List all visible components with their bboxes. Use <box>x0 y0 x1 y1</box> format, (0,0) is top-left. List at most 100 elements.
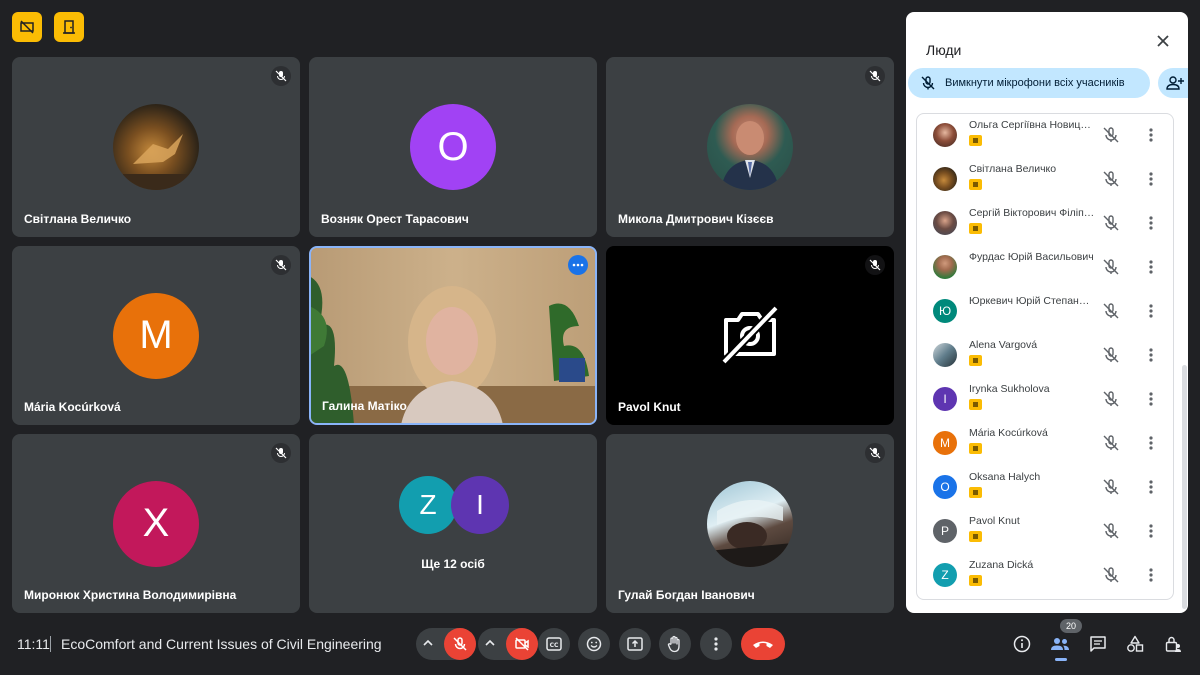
avatar: O <box>410 104 496 190</box>
mic-off-icon <box>275 70 287 82</box>
more-vert-icon[interactable] <box>1143 389 1159 409</box>
active-indicator <box>1055 658 1067 661</box>
participant-name: Zuzana Dická <box>969 559 1034 571</box>
others-tile[interactable]: Z I Ще 12 осіб <box>309 434 597 613</box>
more-horizontal-icon <box>572 263 584 267</box>
list-item[interactable]: Z Zuzana Dická <box>917 554 1173 598</box>
more-vert-icon[interactable] <box>1143 521 1159 541</box>
people-button[interactable] <box>1048 632 1072 656</box>
chevron-up-icon[interactable] <box>422 637 434 649</box>
mic-off-indicator <box>271 66 291 86</box>
participant-name: Pavol Knut <box>618 400 681 414</box>
more-vert-icon[interactable] <box>1143 257 1159 277</box>
more-vert-icon[interactable] <box>1143 125 1159 145</box>
mic-off-icon[interactable] <box>1101 521 1121 541</box>
captions-button[interactable]: CC <box>538 628 570 660</box>
people-count-badge: 20 <box>1060 619 1082 633</box>
host-controls-button[interactable] <box>1161 632 1185 656</box>
mic-off-icon[interactable] <box>1101 433 1121 453</box>
reactions-button[interactable] <box>578 628 610 660</box>
chat-icon <box>1090 636 1106 652</box>
more-vert-icon[interactable] <box>1143 345 1159 365</box>
add-person-icon <box>1166 76 1184 90</box>
participant-tile[interactable]: X Миронюк Христина Володимирівна <box>12 434 300 613</box>
mic-off-icon[interactable] <box>1101 213 1121 233</box>
mic-off-icon[interactable] <box>1101 301 1121 321</box>
toggle-mic-button[interactable] <box>444 628 476 660</box>
meeting-details-button[interactable] <box>1010 632 1034 656</box>
mic-off-indicator <box>865 255 885 275</box>
avatar <box>707 104 793 190</box>
more-vert-icon[interactable] <box>1143 301 1159 321</box>
participant-name: Галина Матіко <box>322 399 407 413</box>
host-badge <box>969 223 982 234</box>
participant-tile[interactable]: Микола Дмитрович Кізєєв <box>606 57 894 237</box>
mute-all-button[interactable]: Вимкнути мікрофони всіх учасників <box>908 68 1150 98</box>
mic-off-icon[interactable] <box>1101 389 1121 409</box>
participant-name: Гулай Богдан Іванович <box>618 588 755 602</box>
participant-name: Ольга Сергіївна Новицька <box>969 119 1095 131</box>
people-panel: Люди Вимкнути мікрофони всіх учасників О… <box>906 12 1188 613</box>
list-item[interactable]: Фурдас Юрій Васильович <box>917 246 1173 290</box>
list-item[interactable]: Сергій Вікторович Філіпчук <box>917 202 1173 246</box>
more-options-button[interactable] <box>700 628 732 660</box>
list-item[interactable]: M Mária Kocúrková <box>917 422 1173 466</box>
mic-off-indicator <box>271 443 291 463</box>
microphone-control[interactable] <box>416 628 476 660</box>
participant-tile[interactable]: Світлана Величко <box>12 57 300 237</box>
mic-off-icon[interactable] <box>1101 169 1121 189</box>
mic-off-icon[interactable] <box>1101 565 1121 585</box>
present-screen-button[interactable] <box>619 628 651 660</box>
active-speaker-tile[interactable]: Галина Матіко <box>309 246 597 425</box>
mic-off-icon[interactable] <box>1101 257 1121 277</box>
list-item[interactable]: Ю Юркевич Юрій Степанович <box>917 290 1173 334</box>
mic-off-icon[interactable] <box>1101 125 1121 145</box>
car-photo-image <box>707 499 793 567</box>
panel-title: Люди <box>926 42 962 58</box>
dragon-image <box>123 134 189 190</box>
participant-tile[interactable]: O Возняк Орест Тарасович <box>309 57 597 237</box>
participant-name: Mária Kocúrková <box>24 400 121 414</box>
participant-name: Oksana Halych <box>969 471 1041 483</box>
participant-name: Mária Kocúrková <box>969 427 1048 439</box>
info-icon <box>1013 635 1031 653</box>
participant-tile[interactable]: Pavol Knut <box>606 246 894 425</box>
tile-options-button[interactable] <box>568 255 588 275</box>
host-badge <box>969 443 982 454</box>
close-panel-button[interactable] <box>1151 29 1175 53</box>
list-item[interactable]: Alena Vargová <box>917 334 1173 378</box>
participant-name: Сергій Вікторович Філіпчук <box>969 207 1095 219</box>
panel-scrollbar[interactable] <box>1182 365 1187 609</box>
participant-tile[interactable]: Гулай Богдан Іванович <box>606 434 894 613</box>
hand-icon <box>667 635 680 653</box>
video-off-icon <box>20 20 34 34</box>
more-vert-icon[interactable] <box>1143 477 1159 497</box>
more-vert-icon[interactable] <box>1143 169 1159 189</box>
raise-hand-button[interactable] <box>659 628 691 660</box>
lock-person-icon <box>1165 636 1181 652</box>
leave-call-button[interactable] <box>741 628 785 660</box>
mic-off-icon <box>869 70 881 82</box>
avatar: P <box>933 519 957 543</box>
breakout-rooms-badge[interactable] <box>54 12 84 42</box>
list-item[interactable]: P Pavol Knut <box>917 510 1173 554</box>
toggle-camera-button[interactable] <box>506 628 538 660</box>
list-item[interactable]: O Oksana Halych <box>917 466 1173 510</box>
participant-tile[interactable]: M Mária Kocúrková <box>12 246 300 425</box>
list-item[interactable]: Світлана Величко <box>917 158 1173 202</box>
mic-off-icon[interactable] <box>1101 345 1121 365</box>
list-item[interactable]: Ольга Сергіївна Новицька <box>917 114 1173 158</box>
more-vert-icon[interactable] <box>1143 565 1159 585</box>
list-item[interactable]: I Irynka Sukholova <box>917 378 1173 422</box>
host-controls-badge[interactable] <box>12 12 42 42</box>
more-vert-icon[interactable] <box>1143 433 1159 453</box>
camera-control[interactable] <box>478 628 538 660</box>
more-vert-icon[interactable] <box>1143 213 1159 233</box>
chevron-up-icon[interactable] <box>484 637 496 649</box>
avatar <box>933 255 957 279</box>
chat-button[interactable] <box>1086 632 1110 656</box>
mic-off-icon[interactable] <box>1101 477 1121 497</box>
add-people-button[interactable] <box>1158 68 1188 98</box>
man-photo-image <box>721 121 779 190</box>
activities-button[interactable] <box>1123 632 1147 656</box>
